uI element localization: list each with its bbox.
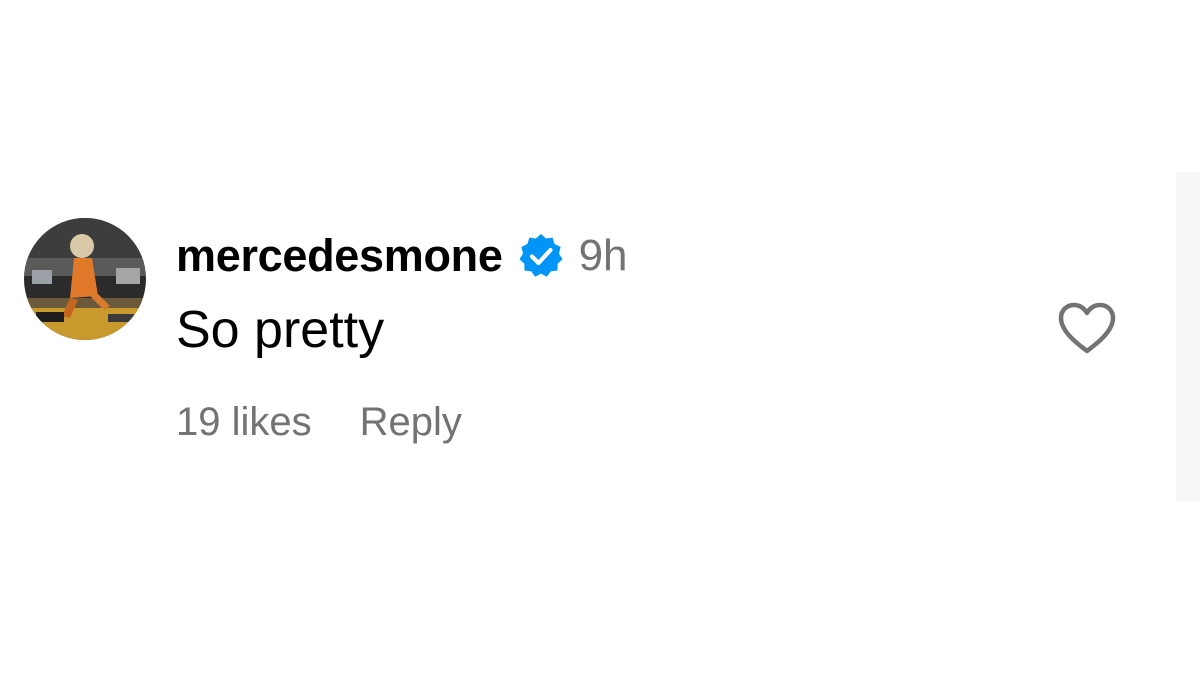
avatar-image bbox=[24, 218, 146, 340]
comment-card: mercedesmone 9h So pretty 19 likes Reply bbox=[0, 0, 1200, 675]
heart-outline-icon[interactable] bbox=[1056, 300, 1118, 356]
reply-button[interactable]: Reply bbox=[360, 400, 462, 445]
username-link[interactable]: mercedesmone bbox=[176, 230, 503, 282]
comment-actions: 19 likes Reply bbox=[176, 400, 462, 445]
comment-text: So pretty bbox=[176, 301, 385, 359]
timestamp[interactable]: 9h bbox=[579, 231, 628, 281]
likes-count[interactable]: 19 likes bbox=[176, 400, 312, 445]
verified-badge-icon bbox=[517, 232, 565, 280]
avatar[interactable] bbox=[24, 218, 146, 340]
scroll-edge bbox=[1176, 172, 1200, 502]
comment-header: mercedesmone 9h bbox=[176, 226, 628, 286]
